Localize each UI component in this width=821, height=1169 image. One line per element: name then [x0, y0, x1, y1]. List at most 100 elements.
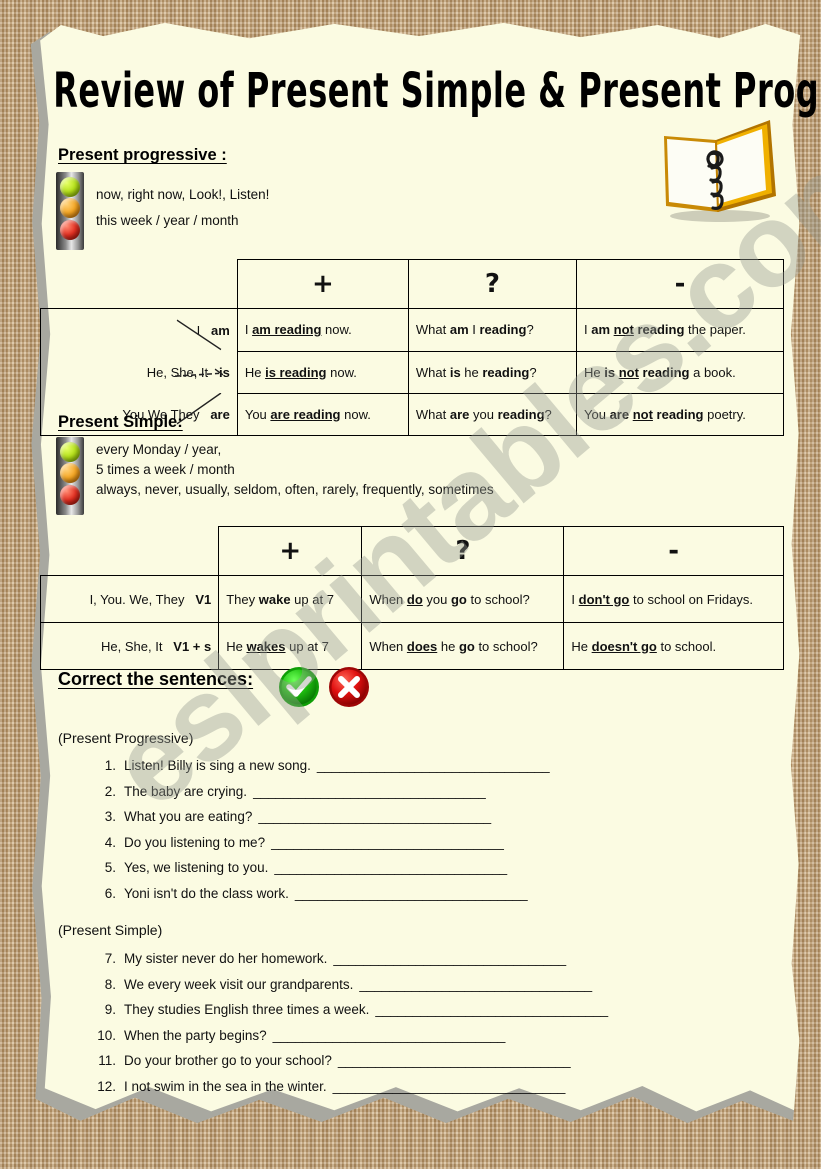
header-negative: - [576, 259, 784, 309]
item-sentence: They studies English three times a week. [124, 1002, 370, 1017]
text-bold: are reading [270, 406, 341, 422]
text-bold: don't go [578, 591, 630, 607]
pronoun-label-2: He, She, It [146, 364, 209, 380]
answer-blank[interactable]: _______________________________ [317, 758, 550, 773]
group-label-simple: (Present Simple) [58, 922, 163, 938]
cell-positive-1: They wake up at 7 [218, 575, 363, 623]
list-item: 8. We every week visit our grandparents. _… [90, 977, 790, 1003]
verb-form-1: V1 [195, 591, 212, 607]
item-number: 7. [104, 951, 116, 966]
list-item: 6. Yoni isn't do the class work. _________… [90, 886, 790, 912]
answer-blank[interactable]: _______________________________ [359, 977, 592, 992]
text: When [369, 591, 407, 607]
text-bold: do [406, 591, 423, 607]
list-item: 3. What you are eating? __________________… [90, 809, 790, 835]
header-positive: + [218, 526, 363, 576]
traffic-light-simple [56, 437, 84, 515]
text: he [460, 364, 483, 380]
text: When [369, 638, 407, 654]
simple-cue-1: every Monday / year, [96, 442, 222, 457]
answer-blank[interactable]: _______________________________ [271, 835, 504, 850]
text-bold: reading [638, 364, 690, 380]
answer-blank[interactable]: _______________________________ [295, 886, 528, 901]
open-notebook-icon [650, 114, 782, 224]
cell-negative-1: I am not reading the paper. [576, 308, 784, 352]
be-form-1: am [211, 322, 230, 338]
text: up at 7 [285, 638, 329, 654]
list-item: 7. My sister never do her homework. ______… [90, 951, 790, 977]
pronoun-cell-2: He, She, It V1 + s [39, 622, 220, 670]
answer-blank[interactable]: _______________________________ [375, 1002, 608, 1017]
text: ? [544, 406, 552, 422]
exercise-list-simple: 7. My sister never do her homework. ______… [90, 951, 790, 1104]
pronoun-label-2: He, She, It [101, 638, 163, 654]
group-label-progressive: (Present Progressive) [58, 730, 194, 746]
verb-form-2: V1 + s [173, 638, 212, 654]
present-simple-table: + ? - I, You. We, They V1 They wake up a… [39, 526, 784, 670]
item-number: 3. [104, 809, 116, 824]
text-bold: am [449, 322, 469, 338]
item-sentence: My sister never do her homework. [124, 951, 328, 966]
item-sentence: The baby are crying. [124, 783, 248, 799]
cell-positive-3: You are reading now. [236, 392, 409, 436]
text: to school on Fridays. [629, 591, 753, 607]
answer-blank[interactable]: _______________________________ [253, 784, 486, 799]
text: He [584, 364, 605, 380]
pronoun-cell-1: I, You. We, They V1 [39, 575, 220, 623]
cell-positive-2: He wakes up at 7 [218, 622, 363, 670]
header-question: ? [407, 259, 578, 309]
traffic-light-amber [60, 198, 80, 218]
exercise-list-progressive: 1. Listen! Billy is sing a new song. _____… [90, 758, 790, 911]
text-bold: reading [652, 406, 704, 422]
worksheet-content: Review of Present Simple & Present Progr… [34, 14, 821, 1118]
pronoun-label-1: I, You. We, They [89, 591, 185, 607]
pronoun-cell-1: I am [40, 308, 238, 351]
text: You [584, 406, 610, 422]
text-bold: are [449, 406, 470, 422]
answer-blank[interactable]: _______________________________ [338, 1053, 571, 1068]
item-sentence: Do you listening to me? [124, 834, 266, 850]
traffic-light-green [60, 176, 80, 197]
answer-blank[interactable]: _______________________________ [333, 951, 566, 966]
text: poetry. [703, 406, 746, 422]
list-item: 1. Listen! Billy is sing a new song. _____… [90, 758, 790, 784]
text: What [415, 322, 450, 338]
cross-circle-icon [328, 666, 370, 708]
item-sentence: Yes, we listening to you. [124, 860, 269, 875]
text: a book. [689, 364, 736, 380]
text: the paper. [684, 322, 746, 338]
cell-positive-1: I am reading now. [236, 308, 409, 352]
traffic-light-green [60, 441, 80, 462]
item-number: 9. [104, 1002, 116, 1017]
text: now. [321, 322, 352, 338]
text-bold: am [591, 322, 614, 338]
cell-question-2: When does he go to school? [361, 622, 565, 670]
table-row: He, She, It is He is reading now. What i… [40, 350, 784, 394]
table-row: I am I am reading now. What am I reading… [40, 308, 784, 352]
progressive-cue-1: now, right now, Look!, Listen! [96, 187, 270, 202]
text-bold: doesn't go [591, 638, 657, 654]
item-number: 10. [97, 1027, 116, 1043]
text: you [469, 406, 498, 422]
text-bold: not [632, 406, 653, 422]
text: to school? [474, 638, 538, 654]
list-item: 5. Yes, we listening to you. _____________… [90, 860, 790, 886]
simple-cue-2: 5 times a week / month [96, 462, 235, 477]
answer-blank[interactable]: _______________________________ [274, 860, 507, 875]
simple-cue-3: always, never, usually, seldom, often, r… [96, 482, 494, 497]
worksheet-page: Review of Present Simple & Present Progr… [0, 0, 821, 1169]
answer-blank[interactable]: _______________________________ [258, 809, 491, 824]
text-bold: am reading [252, 322, 322, 338]
traffic-light-red [60, 484, 80, 505]
text-bold: go [458, 638, 475, 654]
answer-blank[interactable]: _______________________________ [333, 1079, 566, 1094]
list-item: 2. The baby are crying. __________________… [90, 784, 790, 810]
text: He [244, 364, 266, 380]
list-item: 12. I not swim in the sea in the winter. _… [90, 1079, 790, 1105]
answer-blank[interactable]: _______________________________ [273, 1028, 506, 1043]
text: ? [526, 322, 534, 338]
text-bold: wakes [246, 638, 286, 654]
exercise-heading: Correct the sentences: [58, 669, 254, 689]
page-title: Review of Present Simple & Present Progr… [53, 62, 821, 119]
table-header-row: + ? - [41, 526, 784, 576]
